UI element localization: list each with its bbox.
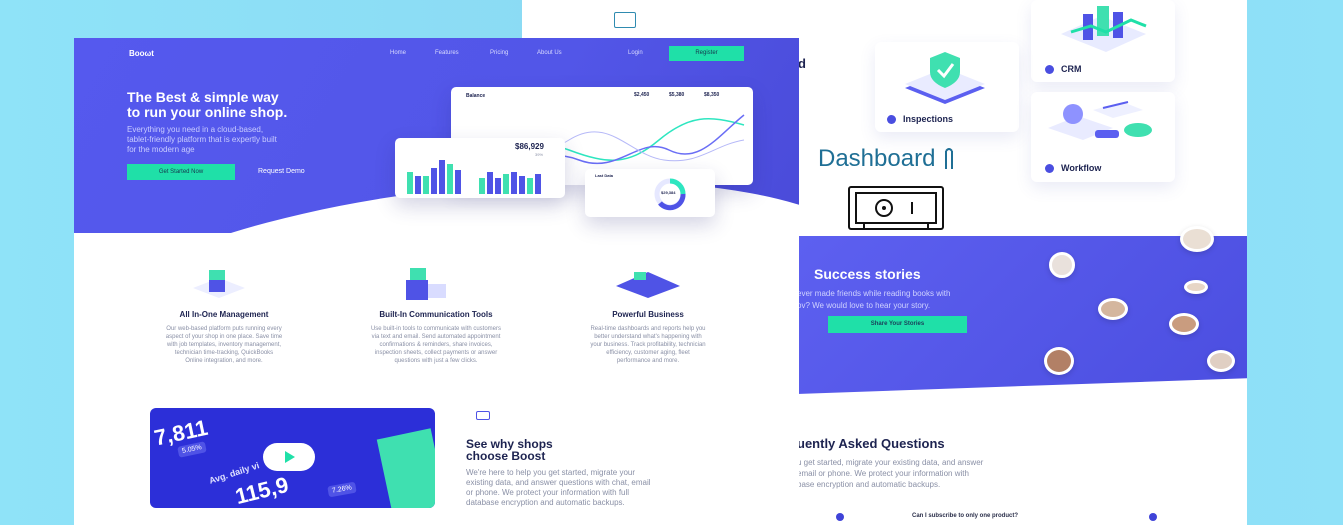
workflow-label: Workflow [1061,163,1102,173]
play-button[interactable] [263,443,315,471]
avatar [1098,298,1128,320]
faq-question[interactable]: Can I subscribe to only one product? [912,513,1018,519]
faq-title: uently Asked Questions [797,436,945,451]
play-icon [285,451,295,463]
inspections-card[interactable]: Inspections [875,42,1019,132]
stat-value: $2,450 [634,92,650,98]
crm-dot [1045,65,1054,74]
request-demo-link[interactable]: Request Demo [258,168,305,175]
feature-text: Use built-in tools to communicate with c… [370,326,502,364]
last-data-panel: Last Data $29,384 [585,169,715,217]
hero-subtitle: Everything you need in a cloud-based, ta… [127,125,277,154]
dashboard-label-text: Dashboard [818,145,936,172]
brand-logo[interactable]: Booωt [129,49,154,58]
avatar [1207,350,1235,372]
last-data-label: Last Data [595,173,614,178]
workflow-illustration [1048,101,1152,140]
get-started-button[interactable]: Get Started Now [127,164,235,180]
shield-illustration-icon [905,52,985,104]
success-subtitle: ever made friends while reading books wi… [797,289,951,310]
safe-drawing [855,192,937,228]
front-page: Booωt Home Features Pricing About Us Log… [74,38,799,525]
hero-title: The Best & simple way to run your online… [127,89,288,120]
video-badge: 7.26% [327,481,357,498]
avatar [1049,252,1075,278]
workflow-dot [1045,164,1054,173]
bar-chart [407,160,541,194]
inspections-label: Inspections [903,114,954,124]
business-illustration [616,272,680,298]
dashboard-label: Dashboard [818,145,956,173]
back-heading-fragment: d [798,56,806,71]
faq-bullet [836,513,844,521]
video-thumbnail[interactable]: 7,811 5.05% Avg. daily vi 115,9 7.26% [150,408,435,508]
stat-value: $8,350 [704,92,720,98]
cursor-icon [945,147,954,169]
stat-value: $5,380 [669,92,685,98]
nav-about-us[interactable]: About Us [537,50,562,56]
feature-text: Our web-based platform puts running ever… [165,326,283,364]
feature-title: Built-In Communication Tools [379,310,493,319]
feature-title: All In-One Management [179,310,269,319]
amount-value: $86,929 [515,142,544,151]
feature-business: Powerful Business Real-time dashboards a… [568,304,728,365]
inspections-dot [887,115,896,124]
crm-chart-illustration [1061,6,1147,52]
donut-value: $29,384 [661,190,676,195]
frame-icon [476,411,490,420]
workflow-card[interactable]: Workflow [1031,92,1175,182]
faq-text: u get started, migrate your existing dat… [797,458,984,489]
feature-text: Real-time dashboards and reports help yo… [590,326,706,364]
nav-login[interactable]: Login [628,50,643,56]
share-stories-button[interactable]: Share Your Stories [828,316,967,333]
video-green-stripe [376,428,435,508]
avatar [1180,226,1214,252]
communication-illustration [406,268,446,300]
management-illustration [193,270,245,298]
faq-toggle[interactable] [1149,513,1157,521]
avatar [1184,280,1208,294]
nav-home[interactable]: Home [390,50,406,56]
crm-label: CRM [1061,64,1082,74]
nav-features[interactable]: Features [435,50,459,56]
feature-management: All In-One Management Our web-based plat… [144,304,304,365]
frame-icon [614,12,636,28]
feature-communication: Built-In Communication Tools Use built-i… [346,304,526,365]
video-number: 115,9 [232,471,291,508]
avatar [1044,347,1074,375]
amount-panel: $86,929 39% [395,138,565,198]
feature-title: Powerful Business [612,310,684,319]
see-why-title: See why shops choose Boost [466,437,553,463]
see-why-text: We're here to help you get started, migr… [466,468,651,507]
crm-card[interactable]: CRM [1031,0,1175,82]
avatar [1169,313,1199,335]
success-title: Success stories [814,266,921,282]
safe-icon [848,186,944,230]
balance-label: Balance [466,93,486,99]
register-button[interactable]: Register [669,46,744,61]
nav-pricing[interactable]: Pricing [490,50,508,56]
